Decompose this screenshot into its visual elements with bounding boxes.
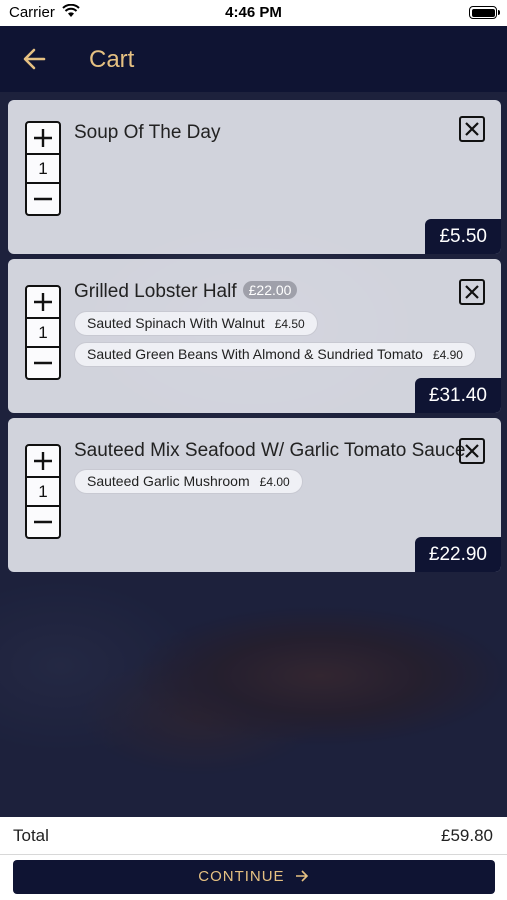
cart-item-card: 1 Soup Of The Day £5.50 bbox=[8, 100, 501, 254]
cart-item-card: 1 Sauteed Mix Seafood W/ Garlic Tomato S… bbox=[8, 418, 501, 572]
back-button[interactable] bbox=[20, 46, 50, 72]
remove-item-button[interactable] bbox=[459, 279, 485, 305]
total-label: Total bbox=[13, 826, 49, 845]
continue-button[interactable]: CONTINUE bbox=[13, 860, 495, 894]
minus-icon bbox=[34, 361, 52, 365]
quantity-stepper: 1 bbox=[25, 121, 61, 216]
option-price: £4.90 bbox=[432, 348, 463, 362]
arrow-left-icon bbox=[23, 48, 46, 70]
remove-item-button[interactable] bbox=[459, 438, 485, 464]
close-icon bbox=[465, 122, 479, 136]
minus-icon bbox=[34, 197, 52, 201]
battery-icon bbox=[469, 6, 500, 19]
option-price: £4.00 bbox=[259, 475, 290, 489]
quantity-value: 1 bbox=[27, 476, 59, 507]
option-chip: Sauted Spinach With Walnut £4.50 bbox=[74, 311, 318, 336]
decrease-quantity-button[interactable] bbox=[27, 348, 59, 378]
plus-icon bbox=[34, 293, 52, 311]
item-name: Soup Of The Day bbox=[74, 122, 220, 144]
item-total-price: £31.40 bbox=[414, 378, 501, 413]
plus-icon bbox=[34, 129, 52, 147]
item-name-text: Sauteed Mix Seafood W/ Garlic Tomato Sau… bbox=[74, 440, 466, 461]
divider bbox=[0, 854, 507, 855]
option-price: £4.50 bbox=[274, 317, 305, 331]
quantity-stepper: 1 bbox=[25, 285, 61, 380]
clock: 4:46 PM bbox=[225, 4, 282, 21]
status-bar: Carrier 4:46 PM bbox=[0, 0, 507, 26]
item-total-price: £22.90 bbox=[414, 537, 501, 572]
option-chip: Sauted Green Beans With Almond & Sundrie… bbox=[74, 342, 476, 367]
option-name: Sauteed Garlic Mushroom bbox=[87, 473, 250, 489]
cart-footer: Total £59.80 CONTINUE bbox=[0, 817, 507, 900]
item-total-price: £5.50 bbox=[425, 219, 501, 254]
page-title: Cart bbox=[89, 46, 135, 73]
option-name: Sauted Spinach With Walnut bbox=[87, 315, 265, 331]
item-name: Grilled Lobster Half £22.00 bbox=[74, 281, 298, 303]
minus-icon bbox=[34, 520, 52, 524]
item-name-text: Soup Of The Day bbox=[74, 122, 221, 143]
close-icon bbox=[465, 444, 479, 458]
option-chip: Sauteed Garlic Mushroom £4.00 bbox=[74, 469, 303, 494]
total-value: £59.80 bbox=[441, 826, 493, 845]
cart-item-card: 1 Grilled Lobster Half £22.00 Sauted Spin… bbox=[8, 259, 501, 413]
quantity-value: 1 bbox=[27, 317, 59, 348]
nav-header: Cart bbox=[0, 26, 507, 92]
close-icon bbox=[465, 285, 479, 299]
increase-quantity-button[interactable] bbox=[27, 123, 59, 153]
arrow-right-icon bbox=[295, 870, 308, 882]
quantity-value: 1 bbox=[27, 153, 59, 184]
item-base-price-badge: £22.00 bbox=[242, 281, 298, 299]
item-name-text: Grilled Lobster Half bbox=[74, 281, 237, 302]
increase-quantity-button[interactable] bbox=[27, 446, 59, 476]
decrease-quantity-button[interactable] bbox=[27, 507, 59, 537]
continue-label: CONTINUE bbox=[198, 868, 285, 885]
option-name: Sauted Green Beans With Almond & Sundrie… bbox=[87, 346, 423, 362]
remove-item-button[interactable] bbox=[459, 116, 485, 142]
quantity-stepper: 1 bbox=[25, 444, 61, 539]
item-name: Sauteed Mix Seafood W/ Garlic Tomato Sau… bbox=[74, 440, 465, 462]
increase-quantity-button[interactable] bbox=[27, 287, 59, 317]
decrease-quantity-button[interactable] bbox=[27, 184, 59, 214]
plus-icon bbox=[34, 452, 52, 470]
